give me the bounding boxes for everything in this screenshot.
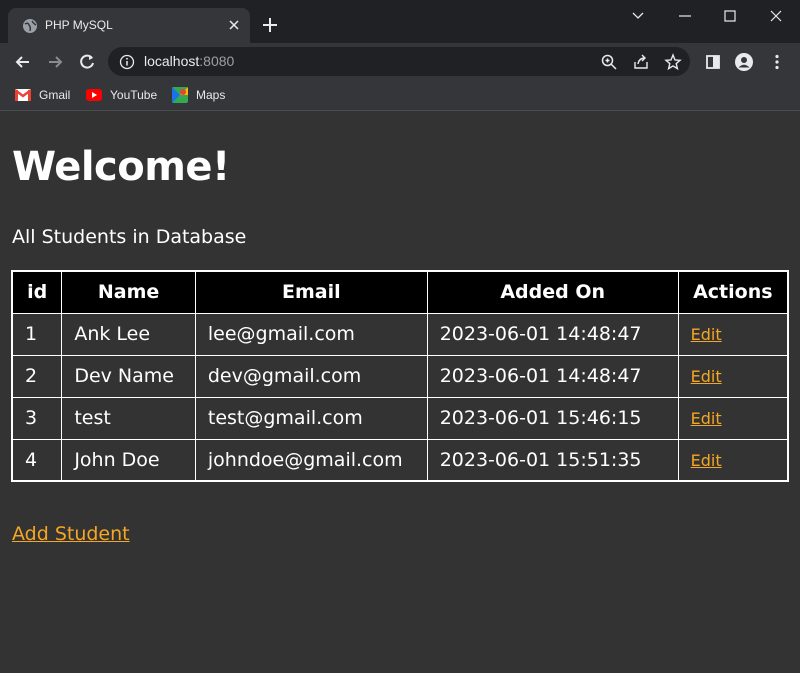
maximize-icon[interactable] xyxy=(720,6,740,26)
address-bar[interactable]: localhost:8080 xyxy=(108,47,690,76)
page-subtitle: All Students in Database xyxy=(12,226,247,248)
bookmark-label: Gmail xyxy=(39,88,71,102)
star-icon[interactable] xyxy=(664,53,682,71)
tab-title: PHP MySQL xyxy=(45,18,113,32)
minimize-icon[interactable] xyxy=(675,6,695,26)
column-header-name: Name xyxy=(61,270,196,314)
table-row: 2 Dev Name dev@gmail.com 2023-06-01 14:4… xyxy=(11,354,789,398)
browser-toolbar: localhost:8080 xyxy=(0,43,800,80)
edit-link[interactable]: Edit xyxy=(691,367,722,386)
add-student-link[interactable]: Add Student xyxy=(12,523,130,545)
column-header-actions: Actions xyxy=(677,270,789,314)
edit-link[interactable]: Edit xyxy=(691,451,722,470)
table-row: 4 John Doe johndoe@gmail.com 2023-06-01 … xyxy=(11,438,789,482)
cell-added-on: 2023-06-01 14:48:47 xyxy=(426,354,679,398)
maps-icon xyxy=(172,87,188,103)
globe-icon xyxy=(23,19,37,33)
profile-icon[interactable] xyxy=(734,52,754,72)
menu-icon[interactable] xyxy=(767,52,787,72)
back-arrow-icon[interactable] xyxy=(13,52,33,72)
chevron-down-icon[interactable] xyxy=(628,6,648,26)
column-header-email: Email xyxy=(194,270,428,314)
bookmark-label: YouTube xyxy=(110,88,158,102)
side-panel-icon[interactable] xyxy=(703,52,723,72)
cell-added-on: 2023-06-01 15:46:15 xyxy=(426,396,679,440)
url-text: localhost:8080 xyxy=(144,53,234,69)
cell-name: test xyxy=(61,396,196,440)
table-header-row: id Name Email Added On Actions xyxy=(11,270,789,314)
bookmarks-bar: Gmail YouTube Maps xyxy=(0,80,800,111)
edit-link[interactable]: Edit xyxy=(691,325,722,344)
page-title: Welcome! xyxy=(12,144,230,190)
cell-actions: Edit xyxy=(677,354,789,398)
table-row: 3 test test@gmail.com 2023-06-01 15:46:1… xyxy=(11,396,789,440)
edit-link[interactable]: Edit xyxy=(691,409,722,428)
info-icon[interactable] xyxy=(119,54,135,70)
share-icon[interactable] xyxy=(632,53,650,71)
cell-name: John Doe xyxy=(61,438,196,482)
close-window-icon[interactable] xyxy=(766,6,786,26)
cell-name: Ank Lee xyxy=(61,312,196,356)
cell-actions: Edit xyxy=(677,396,789,440)
forward-arrow-icon[interactable] xyxy=(45,52,65,72)
column-header-id: id xyxy=(11,270,63,314)
cell-id: 3 xyxy=(11,396,63,440)
cell-email: test@gmail.com xyxy=(194,396,428,440)
url-port: :8080 xyxy=(199,53,235,69)
cell-name: Dev Name xyxy=(61,354,196,398)
cell-email: dev@gmail.com xyxy=(194,354,428,398)
tab-strip: PHP MySQL xyxy=(0,0,800,43)
cell-email: lee@gmail.com xyxy=(194,312,428,356)
cell-email: johndoe@gmail.com xyxy=(194,438,428,482)
youtube-icon xyxy=(86,89,102,101)
students-table: id Name Email Added On Actions 1 Ank Lee… xyxy=(11,270,789,482)
cell-added-on: 2023-06-01 15:51:35 xyxy=(426,438,679,482)
close-icon[interactable] xyxy=(226,17,242,33)
column-header-added-on: Added On xyxy=(426,270,679,314)
bookmark-maps[interactable]: Maps xyxy=(172,86,225,104)
cell-id: 4 xyxy=(11,438,63,482)
cell-actions: Edit xyxy=(677,312,789,356)
cell-id: 2 xyxy=(11,354,63,398)
reload-icon[interactable] xyxy=(77,52,97,72)
url-host: localhost xyxy=(144,53,200,69)
cell-added-on: 2023-06-01 14:48:47 xyxy=(426,312,679,356)
table-row: 1 Ank Lee lee@gmail.com 2023-06-01 14:48… xyxy=(11,312,789,356)
bookmark-gmail[interactable]: Gmail xyxy=(15,86,70,104)
cell-actions: Edit xyxy=(677,438,789,482)
zoom-icon[interactable] xyxy=(600,53,618,71)
gmail-icon xyxy=(15,89,31,101)
bookmark-youtube[interactable]: YouTube xyxy=(86,86,157,104)
browser-tab[interactable]: PHP MySQL xyxy=(8,8,250,43)
cell-id: 1 xyxy=(11,312,63,356)
bookmark-label: Maps xyxy=(196,88,226,102)
page-content: Welcome! All Students in Database id Nam… xyxy=(0,112,800,673)
new-tab-icon[interactable] xyxy=(261,16,279,34)
